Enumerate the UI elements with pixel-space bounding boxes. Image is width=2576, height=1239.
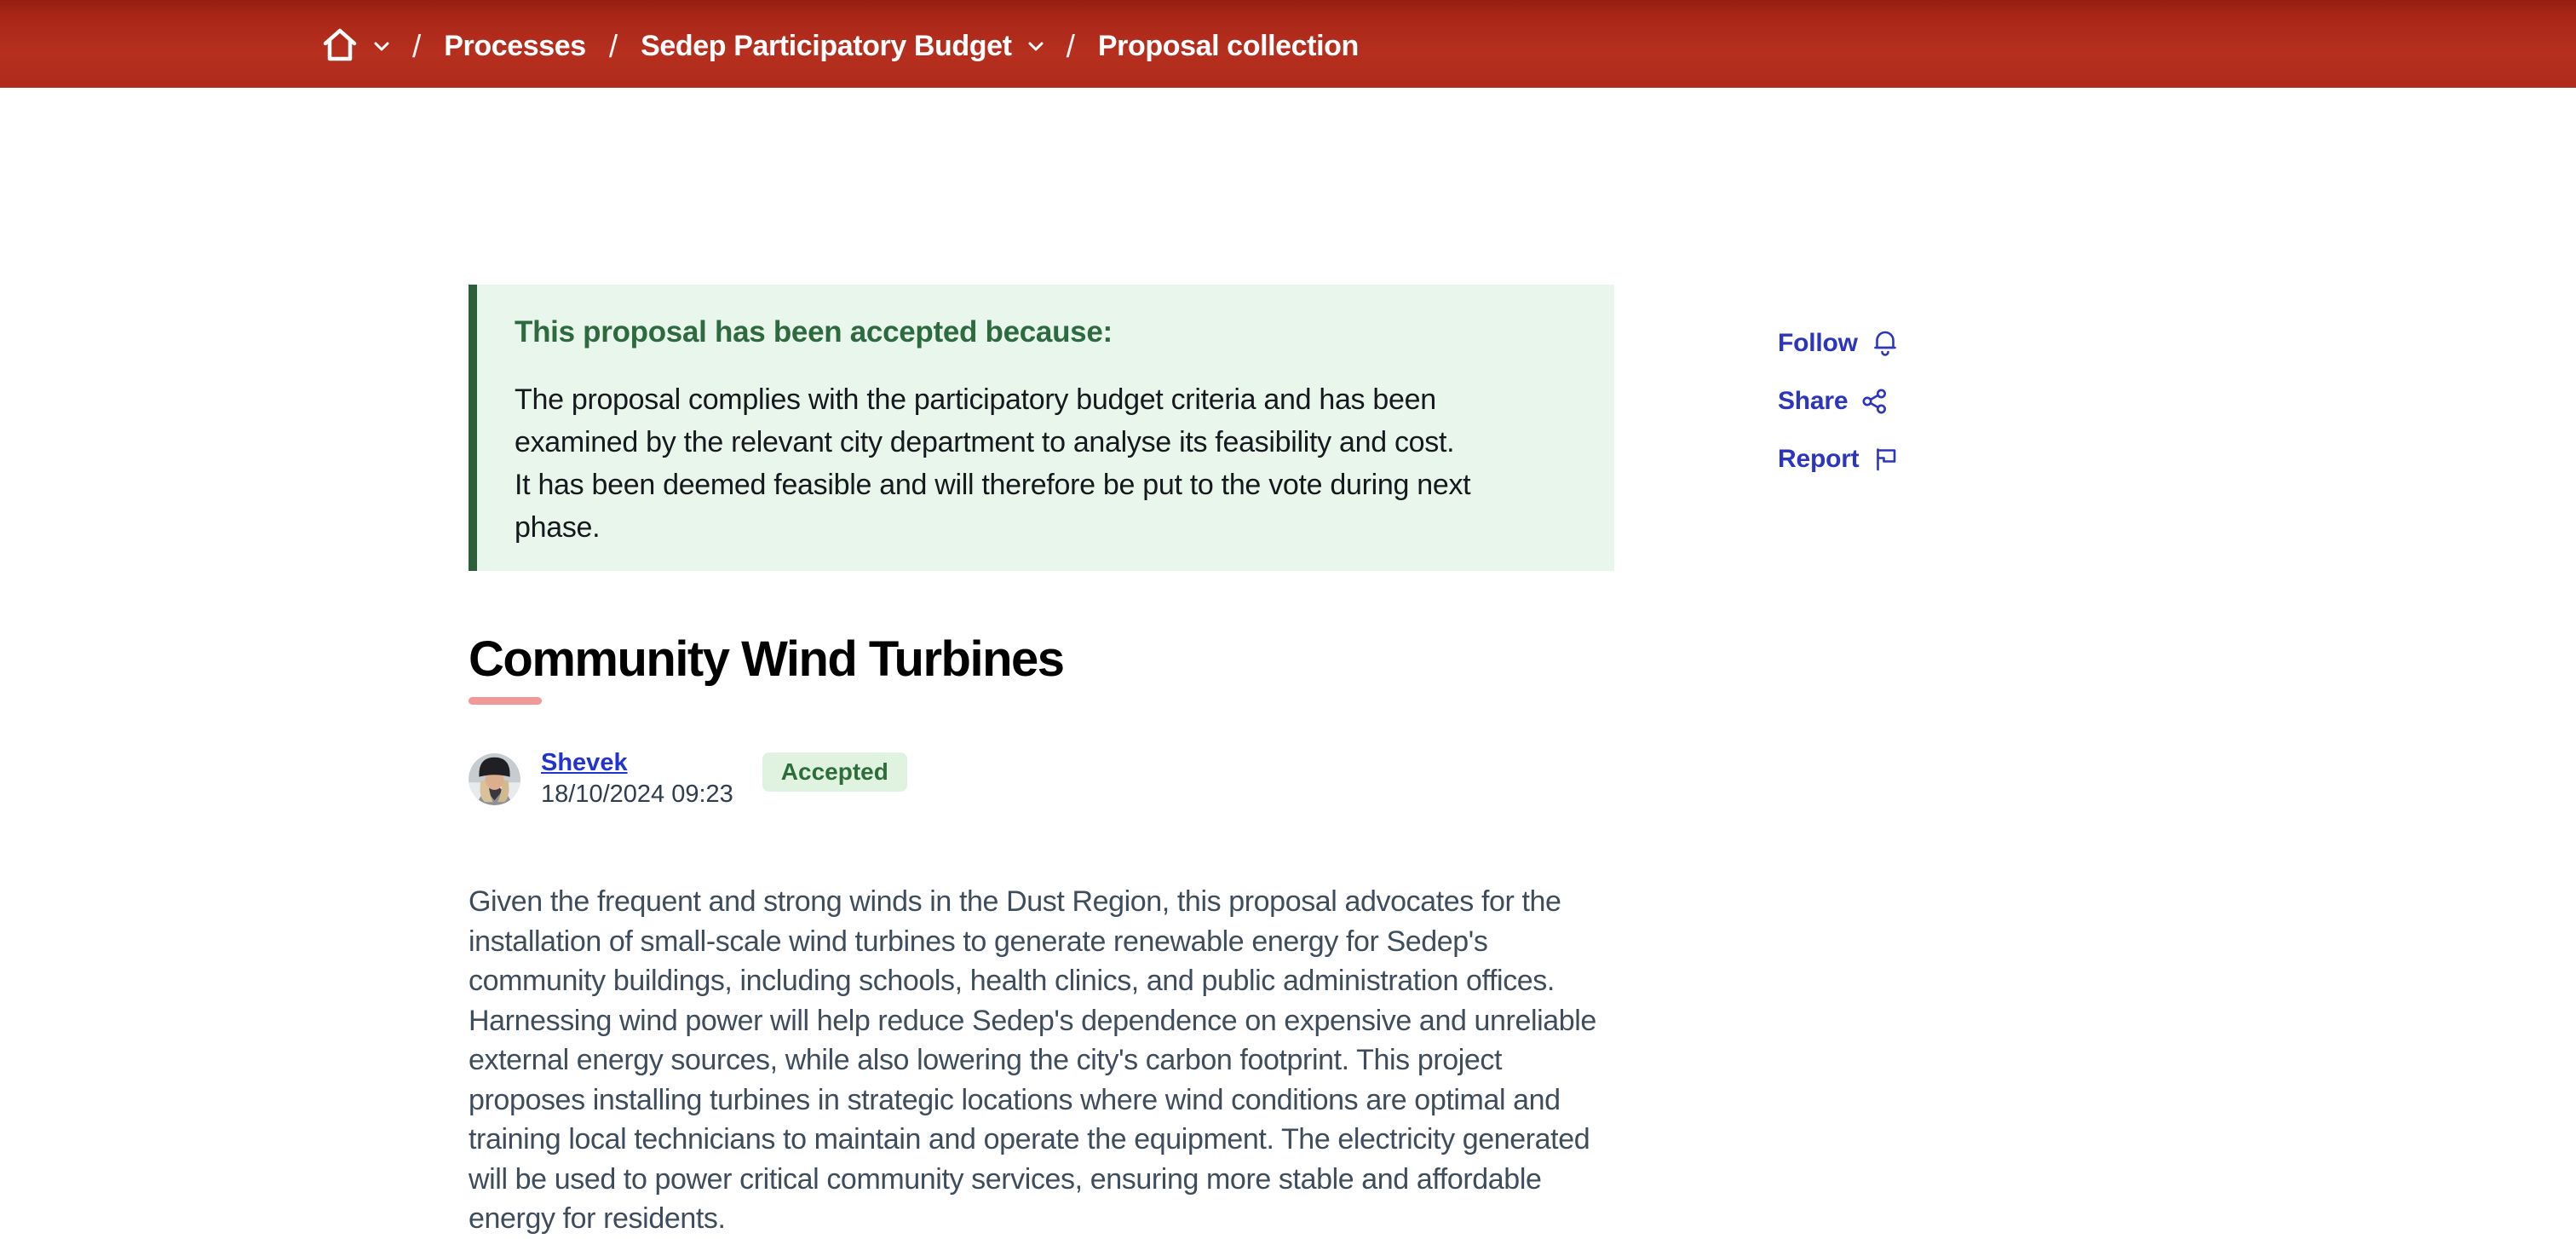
breadcrumb-item-proposal-collection[interactable]: Proposal collection <box>1098 30 1359 63</box>
home-icon <box>322 25 358 68</box>
breadcrumb-item-processes[interactable]: Processes <box>444 30 586 63</box>
title-underline <box>469 697 542 705</box>
flag-icon <box>1872 446 1900 473</box>
proposal-timestamp: 18/10/2024 09:23 <box>541 781 733 809</box>
chevron-down-icon[interactable] <box>374 42 389 51</box>
status-badge: Accepted <box>762 752 907 792</box>
report-button[interactable]: Report <box>1778 445 1900 474</box>
breadcrumb: / Processes / Sedep Participatory Budget… <box>0 20 1359 68</box>
author-row: Shevek 18/10/2024 09:23 Accepted <box>469 749 1614 809</box>
breadcrumb-bar: / Processes / Sedep Participatory Budget… <box>0 0 2576 88</box>
follow-label: Follow <box>1778 329 1858 358</box>
share-button[interactable]: Share <box>1778 387 1900 416</box>
breadcrumb-item-sedep-participatory-budget[interactable]: Sedep Participatory Budget <box>641 30 1011 63</box>
breadcrumb-separator: / <box>412 29 421 65</box>
avatar[interactable] <box>469 753 520 805</box>
main-column: This proposal has been accepted because:… <box>469 88 1614 1239</box>
proposal-body: Given the frequent and strong winds in t… <box>469 882 1614 1239</box>
callout-paragraph: The proposal complies with the participa… <box>515 378 1486 464</box>
breadcrumb-separator: / <box>1067 29 1075 65</box>
bell-icon <box>1872 329 1899 358</box>
follow-button[interactable]: Follow <box>1778 329 1900 358</box>
share-icon <box>1861 388 1889 415</box>
page-title: Community Wind Turbines <box>469 632 1614 687</box>
action-sidebar: Follow Share Rep <box>1778 329 1900 474</box>
acceptance-callout: This proposal has been accepted because:… <box>469 285 1614 571</box>
share-label: Share <box>1778 387 1848 416</box>
author-info: Shevek 18/10/2024 09:23 <box>541 749 733 809</box>
chevron-down-icon[interactable] <box>1028 42 1044 51</box>
callout-title: This proposal has been accepted because: <box>515 315 1580 349</box>
author-link[interactable]: Shevek <box>541 749 628 777</box>
callout-paragraph: It has been deemed feasible and will the… <box>515 464 1486 549</box>
breadcrumb-home-link[interactable] <box>322 25 358 68</box>
breadcrumb-separator: / <box>609 29 618 65</box>
report-label: Report <box>1778 445 1859 474</box>
